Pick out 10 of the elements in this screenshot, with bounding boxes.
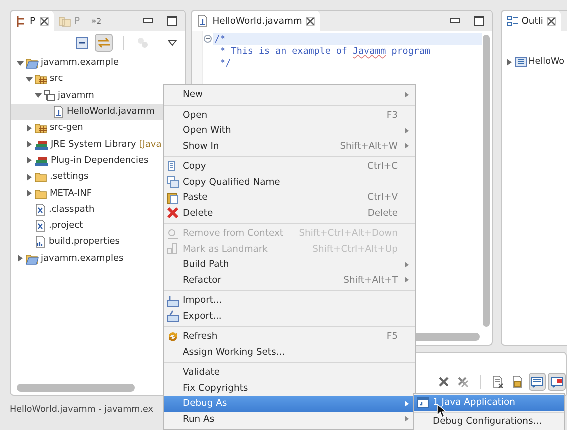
shortcut-label: Shift+Alt+T <box>344 274 398 286</box>
shortcut-label: Ctrl+C <box>368 161 398 172</box>
shortcut-label: Shift+Alt+W <box>340 140 398 152</box>
shortcut-label: F5 <box>386 331 398 342</box>
shortcut-label: F3 <box>386 110 398 121</box>
status-text: HelloWorld.javamm - javamm.ex <box>10 404 154 417</box>
shortcut-label: Delete <box>368 208 398 219</box>
code-line: */ <box>219 57 232 69</box>
shortcut-label: Ctrl+V <box>368 192 398 204</box>
code-line: * This is an example of Javamm program <box>219 45 432 57</box>
